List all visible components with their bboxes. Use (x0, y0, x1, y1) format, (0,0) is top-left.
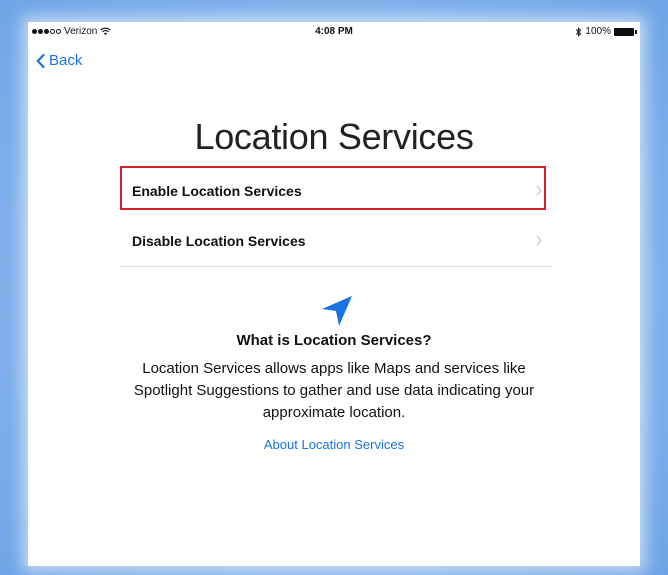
chevron-right-icon (536, 235, 542, 246)
back-button[interactable]: Back (36, 52, 82, 69)
status-time: 4:08 PM (315, 26, 353, 37)
location-options-list: Enable Location Services Disable Locatio… (120, 166, 552, 267)
bluetooth-icon (576, 26, 582, 37)
info-body: Location Services allows apps like Maps … (133, 360, 535, 421)
status-bar: Verizon 4:08 PM 100% (28, 22, 640, 40)
location-arrow-icon (322, 296, 352, 326)
info-heading: What is Location Services? (236, 332, 432, 349)
disable-location-services-option[interactable]: Disable Location Services (120, 216, 552, 266)
page-title: Location Services (194, 116, 474, 157)
enable-location-services-option[interactable]: Enable Location Services (120, 166, 552, 216)
option-label: Disable Location Services (132, 233, 306, 249)
divider (120, 266, 552, 267)
back-label: Back (49, 52, 83, 69)
device-screen: Verizon 4:08 PM 100% Back Location Servi… (28, 22, 640, 566)
battery-icon (614, 27, 637, 36)
chevron-left-icon (36, 53, 45, 68)
about-location-services-link[interactable]: About Location Services (28, 437, 640, 452)
option-label: Enable Location Services (132, 183, 302, 199)
battery-percent: 100% (585, 26, 611, 37)
chevron-right-icon (536, 185, 542, 196)
status-right: 100% (575, 26, 637, 37)
